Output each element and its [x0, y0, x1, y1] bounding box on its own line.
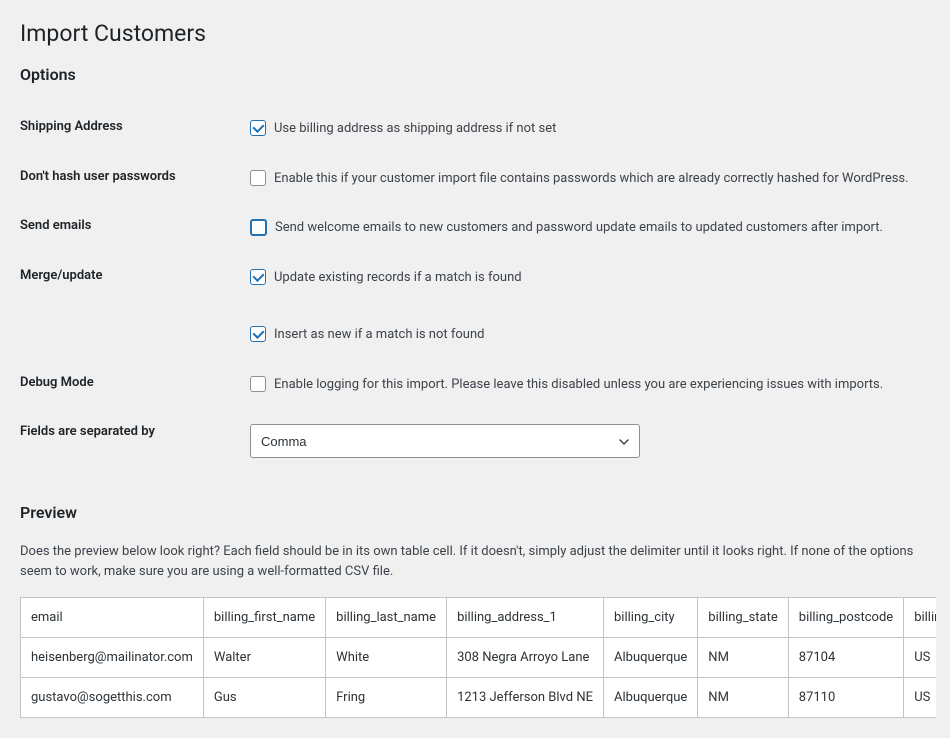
preview-description: Does the preview below look right? Each …	[20, 542, 930, 581]
shipping-checkbox-label: Use billing address as shipping address …	[274, 119, 556, 139]
emails-label: Send emails	[20, 203, 250, 253]
debug-checkbox[interactable]	[250, 376, 266, 392]
shipping-checkbox[interactable]	[250, 120, 266, 136]
shipping-checkbox-wrap[interactable]: Use billing address as shipping address …	[250, 119, 920, 139]
merge-insert-checkbox-label: Insert as new if a match is not found	[274, 325, 484, 345]
table-row: gustavo@sogetthis.com Gus Fring 1213 Jef…	[21, 678, 937, 718]
emails-checkbox[interactable]	[250, 219, 267, 236]
header-last-name: billing_last_name	[326, 598, 447, 638]
cell-address: 1213 Jefferson Blvd NE	[447, 678, 604, 718]
header-state: billing_state	[698, 598, 788, 638]
header-email: email	[21, 598, 204, 638]
preview-heading: Preview	[20, 503, 930, 522]
debug-label: Debug Mode	[20, 360, 250, 410]
merge-update-checkbox[interactable]	[250, 269, 266, 285]
emails-checkbox-wrap[interactable]: Send welcome emails to new customers and…	[250, 218, 920, 238]
cell-email: gustavo@sogetthis.com	[21, 678, 204, 718]
cell-last: Fring	[326, 678, 447, 718]
cell-country: US	[904, 678, 936, 718]
cell-first: Walter	[203, 638, 325, 678]
cell-postcode: 87104	[788, 638, 903, 678]
passwords-checkbox-label: Enable this if your customer import file…	[274, 169, 909, 189]
cell-country: US	[904, 638, 936, 678]
cell-last: White	[326, 638, 447, 678]
debug-checkbox-wrap[interactable]: Enable logging for this import. Please l…	[250, 375, 920, 395]
table-row: heisenberg@mailinator.com Walter White 3…	[21, 638, 937, 678]
cell-postcode: 87110	[788, 678, 903, 718]
passwords-checkbox-wrap[interactable]: Enable this if your customer import file…	[250, 169, 920, 189]
header-address: billing_address_1	[447, 598, 604, 638]
passwords-checkbox[interactable]	[250, 170, 266, 186]
header-city: billing_city	[604, 598, 698, 638]
merge-label: Merge/update	[20, 253, 250, 360]
passwords-label: Don't hash user passwords	[20, 154, 250, 204]
separator-select[interactable]: Comma	[250, 424, 640, 458]
cell-state: NM	[698, 678, 788, 718]
table-header-row: email billing_first_name billing_last_na…	[21, 598, 937, 638]
cell-address: 308 Negra Arroyo Lane	[447, 638, 604, 678]
cell-first: Gus	[203, 678, 325, 718]
cell-state: NM	[698, 638, 788, 678]
header-country: billing	[904, 598, 936, 638]
header-postcode: billing_postcode	[788, 598, 903, 638]
cell-email: heisenberg@mailinator.com	[21, 638, 204, 678]
cell-city: Albuquerque	[604, 678, 698, 718]
merge-update-checkbox-wrap[interactable]: Update existing records if a match is fo…	[250, 268, 920, 288]
header-first-name: billing_first_name	[203, 598, 325, 638]
merge-update-checkbox-label: Update existing records if a match is fo…	[274, 268, 522, 288]
emails-checkbox-label: Send welcome emails to new customers and…	[275, 218, 883, 238]
separator-label: Fields are separated by	[20, 409, 250, 473]
options-heading: Options	[20, 65, 930, 84]
cell-city: Albuquerque	[604, 638, 698, 678]
debug-checkbox-label: Enable logging for this import. Please l…	[274, 375, 883, 395]
page-title: Import Customers	[20, 20, 930, 47]
shipping-label: Shipping Address	[20, 104, 250, 154]
merge-insert-checkbox-wrap[interactable]: Insert as new if a match is not found	[250, 325, 920, 345]
preview-table: email billing_first_name billing_last_na…	[20, 597, 936, 718]
separator-select-wrap[interactable]: Comma	[250, 424, 640, 458]
preview-table-wrap: email billing_first_name billing_last_na…	[20, 597, 936, 718]
merge-insert-checkbox[interactable]	[250, 326, 266, 342]
options-form: Shipping Address Use billing address as …	[20, 104, 930, 473]
